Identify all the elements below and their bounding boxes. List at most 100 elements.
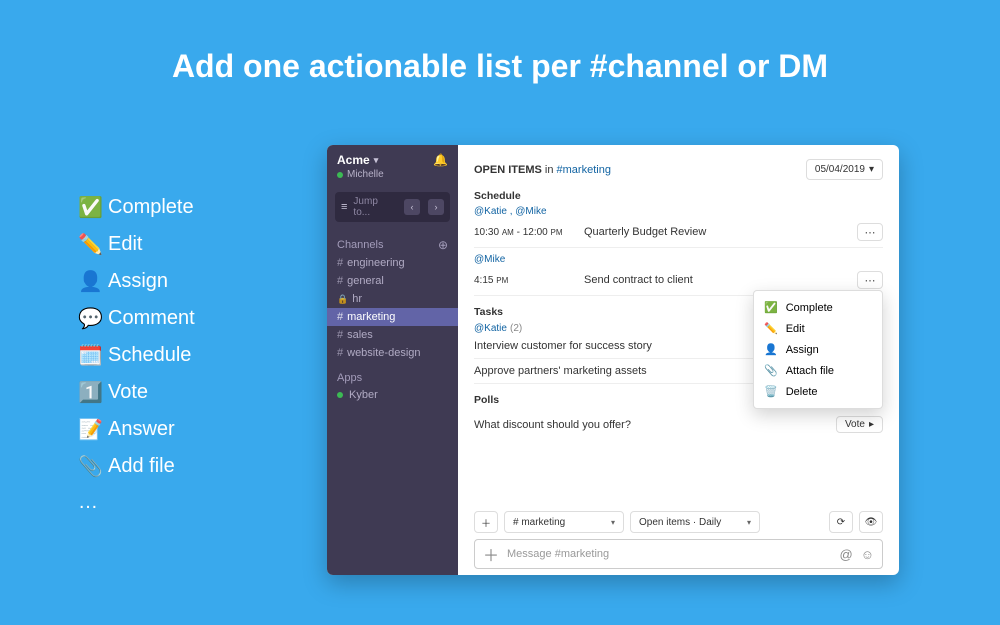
schedule-title: Send contract to client	[584, 274, 857, 286]
menu-label: Delete	[786, 386, 818, 398]
channel-label: marketing	[347, 311, 395, 323]
feature-label: Answer	[108, 418, 175, 441]
row-more-button[interactable]: ⋯	[857, 271, 883, 289]
jump-icon: ≡	[341, 201, 347, 213]
feature-item: ✅Complete	[78, 195, 195, 220]
channels-header-label: Channels	[337, 239, 383, 251]
visibility-button[interactable]: 👁	[859, 511, 883, 533]
feature-label: Complete	[108, 196, 194, 219]
feature-label: Edit	[108, 233, 142, 256]
filter-value: # marketing	[513, 517, 565, 528]
feature-label: Vote	[108, 381, 148, 404]
menu-assign[interactable]: 👤 Assign	[754, 339, 882, 360]
calendar-icon: 🗓️	[78, 343, 108, 368]
hash-icon: #	[337, 257, 343, 269]
attach-button[interactable]: ＋	[483, 542, 499, 566]
feature-item-more: …	[78, 491, 195, 514]
paperclip-icon: 📎	[78, 454, 108, 479]
channel-label: sales	[347, 329, 373, 341]
check-icon: ✅	[764, 301, 778, 314]
row-more-button[interactable]: ⋯	[857, 223, 883, 241]
menu-label: Attach file	[786, 365, 834, 377]
feature-label: Add file	[108, 455, 175, 478]
ellipsis-icon: …	[78, 491, 108, 514]
slack-window: Acme ▾ 🔔 Michelle ≡ Jump to... ‹ › Chann…	[327, 145, 899, 575]
add-channel-button[interactable]: ⊕	[438, 238, 448, 252]
feature-item: 🗓️Schedule	[78, 343, 195, 368]
schedule-title: Quarterly Budget Review	[584, 226, 857, 238]
channel-label: engineering	[347, 257, 405, 269]
chevron-down-icon: ▾	[869, 164, 874, 175]
add-item-button[interactable]: ＋	[474, 511, 498, 533]
channel-link[interactable]: #marketing	[557, 164, 611, 176]
sidebar-item-sales[interactable]: #sales	[327, 326, 458, 344]
schedule-row: 10:30 AM - 12:00 PM Quarterly Budget Rev…	[474, 217, 883, 248]
check-icon: ✅	[78, 195, 108, 220]
presence-dot-icon	[337, 172, 343, 178]
trash-icon: 🗑️	[764, 385, 778, 398]
list-controls: ＋ # marketing ▾ Open items · Daily▾ ⟳ 👁 ＋…	[458, 511, 899, 575]
workspace-sidebar: Acme ▾ 🔔 Michelle ≡ Jump to... ‹ › Chann…	[327, 145, 458, 575]
schedule-mentions[interactable]: @Mike	[474, 254, 883, 265]
poll-row: What discount should you offer? Vote▸	[474, 410, 883, 439]
menu-delete[interactable]: 🗑️ Delete	[754, 381, 882, 402]
one-icon: 1️⃣	[78, 380, 108, 405]
schedule-time: 10:30 AM - 12:00 PM	[474, 227, 584, 238]
sidebar-item-kyber[interactable]: Kyber	[327, 386, 458, 404]
sidebar-item-hr[interactable]: 🔒hr	[327, 290, 458, 308]
history-back-button[interactable]: ‹	[404, 199, 420, 215]
presence-dot-icon	[337, 392, 343, 398]
menu-complete[interactable]: ✅Complete	[754, 297, 882, 318]
hash-icon: #	[337, 311, 343, 323]
emoji-icon[interactable]: ☺	[861, 547, 874, 562]
sidebar-item-general[interactable]: #general	[327, 272, 458, 290]
vote-button[interactable]: Vote▸	[836, 416, 883, 433]
pencil-icon: ✏️	[764, 322, 778, 335]
composer-placeholder: Message #marketing	[507, 548, 609, 560]
tasks-count: (2)	[510, 323, 522, 334]
view-filter-select[interactable]: Open items · Daily▾	[630, 511, 760, 533]
chevron-right-icon: ▸	[869, 419, 874, 430]
schedule-time: 4:15 PM	[474, 275, 584, 286]
schedule-mentions[interactable]: @Katie , @Mike	[474, 206, 883, 217]
chevron-down-icon: ▾	[603, 518, 615, 527]
menu-label: Assign	[786, 344, 819, 356]
sidebar-item-marketing[interactable]: # marketing	[327, 308, 458, 326]
sidebar-item-engineering[interactable]: # engineering	[327, 254, 458, 272]
refresh-button[interactable]: ⟳	[829, 511, 853, 533]
feature-item: 👤Assign	[78, 269, 195, 294]
channel-filter-select[interactable]: # marketing ▾	[504, 511, 624, 533]
poll-question: What discount should you offer?	[474, 419, 836, 431]
page-headline: Add one actionable list per #channel or …	[0, 0, 1000, 85]
eye-icon: 👁	[865, 517, 878, 528]
feature-item: ✏️Edit	[78, 232, 195, 257]
feature-item: 📎Add file	[78, 454, 195, 479]
memo-icon: 📝	[78, 417, 108, 442]
person-icon: 👤	[764, 343, 778, 356]
date-picker[interactable]: 05/04/2019 ▾	[806, 159, 883, 180]
mention-icon[interactable]: @	[840, 547, 853, 562]
feature-label: Schedule	[108, 344, 191, 367]
schedule-section-header: Schedule	[474, 190, 883, 202]
hash-icon: #	[337, 275, 343, 287]
jump-to-input[interactable]: ≡ Jump to... ‹ ›	[335, 192, 450, 222]
channels-header[interactable]: Channels ⊕	[327, 228, 458, 254]
person-icon: 👤	[78, 269, 108, 294]
feature-action-list: ✅Complete ✏️Edit 👤Assign 💬Comment 🗓️Sche…	[78, 195, 195, 526]
current-user[interactable]: Michelle	[337, 169, 448, 180]
message-composer[interactable]: ＋ Message #marketing @ ☺	[474, 539, 883, 569]
apps-header[interactable]: Apps	[327, 362, 458, 386]
history-forward-button[interactable]: ›	[428, 199, 444, 215]
open-items-heading: OPEN ITEMS in #marketing	[474, 164, 611, 176]
team-switcher[interactable]: Acme ▾ 🔔	[337, 153, 448, 167]
menu-edit[interactable]: ✏️Edit	[754, 318, 882, 339]
bell-icon[interactable]: 🔔	[433, 153, 448, 167]
hash-icon: #	[337, 347, 343, 359]
feature-item: 💬Comment	[78, 306, 195, 331]
pencil-icon: ✏️	[78, 232, 108, 257]
apps-header-label: Apps	[337, 372, 362, 384]
sidebar-item-website-design[interactable]: #website-design	[327, 344, 458, 362]
menu-attach-file[interactable]: 📎Attach file	[754, 360, 882, 381]
feature-item: 1️⃣Vote	[78, 380, 195, 405]
feature-item: 📝Answer	[78, 417, 195, 442]
